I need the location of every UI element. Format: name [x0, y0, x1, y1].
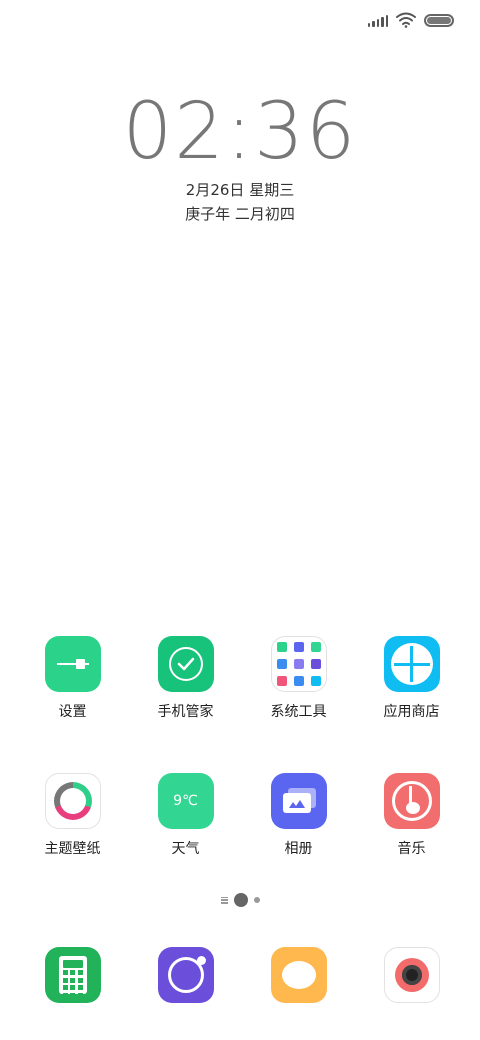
clock-date: 2月26日 星期三: [185, 181, 295, 199]
dock: [16, 947, 468, 1003]
page-dot[interactable]: [253, 897, 260, 903]
camera-icon[interactable]: [383, 947, 440, 1003]
dock-app-browser[interactable]: [129, 947, 242, 1003]
shield-check-icon[interactable]: [157, 636, 214, 692]
list-view-icon[interactable]: [220, 896, 228, 904]
dock-app-calculator[interactable]: [16, 947, 129, 1003]
page-dot-active[interactable]: [233, 893, 248, 907]
page-indicator[interactable]: [0, 893, 480, 907]
app-phone-manager[interactable]: 手机管家: [129, 636, 242, 721]
dock-app-camera[interactable]: [355, 947, 468, 1003]
clock-lunar-date: 庚子年 二月初四: [185, 205, 295, 223]
signal-icon: [367, 13, 388, 27]
store-icon[interactable]: [383, 636, 440, 692]
app-label: 相册: [284, 841, 313, 857]
app-grid-row-1: 设置 手机管家 系统工具 应用商店: [16, 636, 468, 721]
app-themes[interactable]: 主题壁纸: [16, 773, 129, 858]
lock-clock-widget[interactable]: 02:36 2月26日 星期三 庚子年 二月初四: [0, 88, 480, 226]
app-label: 天气: [171, 841, 200, 857]
app-store[interactable]: 应用商店: [355, 636, 468, 721]
theme-icon[interactable]: [44, 773, 101, 829]
app-grid-row-2: 主题壁纸 9℃ 天气 相册 音乐: [16, 773, 468, 858]
folder-icon[interactable]: [270, 636, 327, 692]
weather-icon[interactable]: 9℃: [157, 773, 214, 829]
clock-time: 02:36: [122, 87, 358, 177]
wifi-icon: [396, 12, 416, 28]
app-label: 手机管家: [157, 704, 214, 720]
calculator-icon[interactable]: [44, 947, 101, 1003]
music-icon[interactable]: [383, 773, 440, 829]
app-weather[interactable]: 9℃ 天气: [129, 773, 242, 858]
app-settings[interactable]: 设置: [16, 636, 129, 721]
battery-icon: [424, 13, 454, 27]
app-music[interactable]: 音乐: [355, 773, 468, 858]
app-label: 应用商店: [383, 704, 440, 720]
app-system-tools[interactable]: 系统工具: [242, 636, 355, 721]
gallery-icon[interactable]: [270, 773, 327, 829]
app-gallery[interactable]: 相册: [242, 773, 355, 858]
app-label: 系统工具: [270, 704, 327, 720]
app-label: 设置: [58, 704, 87, 720]
app-label: 音乐: [397, 841, 426, 857]
dock-app-messages[interactable]: [242, 947, 355, 1003]
browser-icon[interactable]: [157, 947, 214, 1003]
app-label: 主题壁纸: [44, 841, 101, 857]
settings-icon[interactable]: [44, 636, 101, 692]
message-icon[interactable]: [270, 947, 327, 1003]
status-bar: [367, 10, 454, 30]
